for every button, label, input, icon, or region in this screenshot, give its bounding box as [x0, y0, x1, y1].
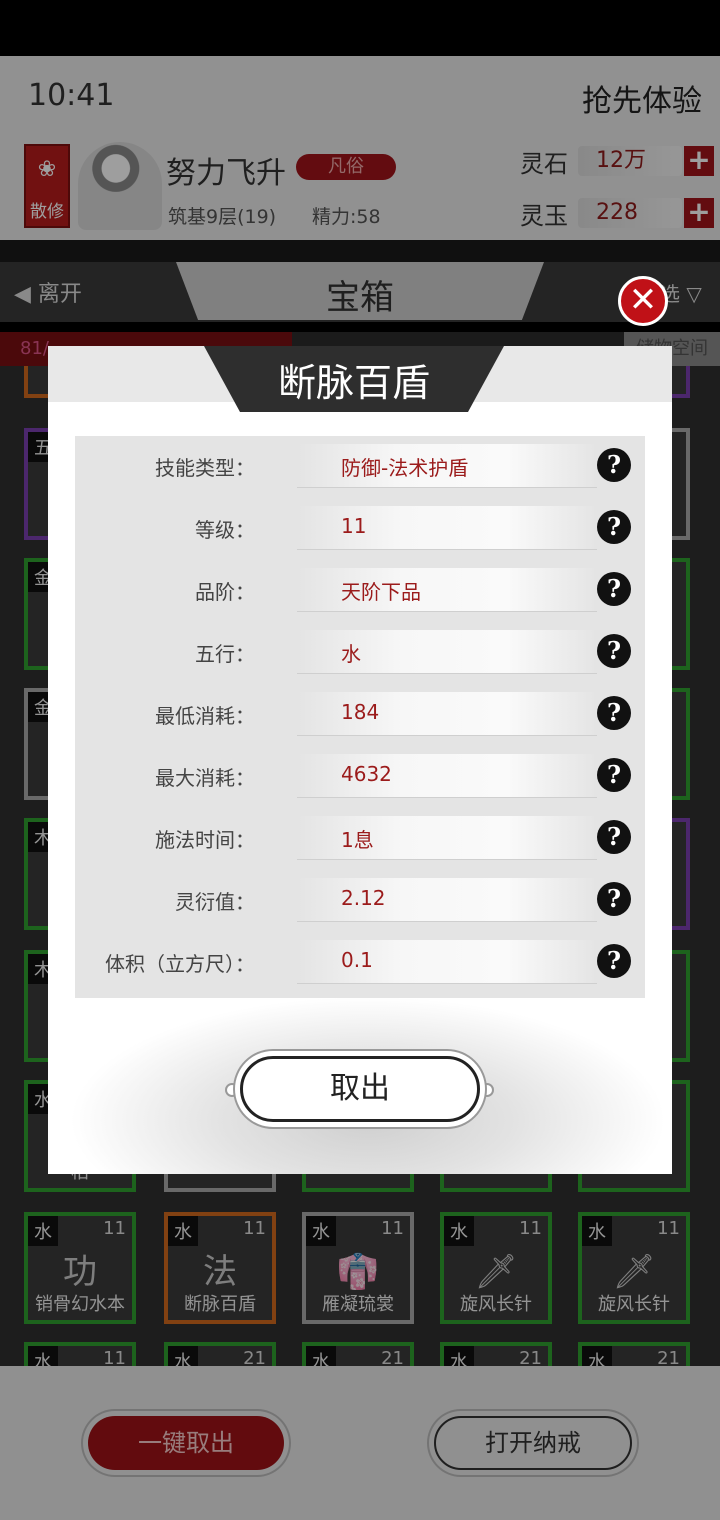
attribute-label: 最低消耗： — [155, 704, 255, 728]
button-knob-right — [480, 1083, 494, 1097]
attribute-row: 品阶： 天阶下品 ? — [75, 560, 645, 622]
attribute-row: 五行： 水 ? — [75, 622, 645, 684]
attribute-label: 等级： — [195, 518, 255, 542]
attribute-value: 2.12 — [341, 886, 386, 910]
help-icon[interactable]: ? — [597, 944, 631, 978]
attribute-label: 五行： — [195, 642, 255, 666]
attribute-value: 1息 — [341, 828, 374, 852]
help-icon[interactable]: ? — [597, 634, 631, 668]
attribute-row: 等级： 11 ? — [75, 498, 645, 560]
close-icon[interactable]: ✕ — [618, 276, 668, 326]
help-icon[interactable]: ? — [597, 448, 631, 482]
attribute-row: 体积（立方尺）： 0.1 ? — [75, 932, 645, 994]
help-icon[interactable]: ? — [597, 510, 631, 544]
help-icon[interactable]: ? — [597, 758, 631, 792]
attribute-label: 品阶： — [195, 580, 255, 604]
help-icon[interactable]: ? — [597, 820, 631, 854]
attribute-table: 技能类型： 防御-法术护盾 ? 等级： 11 ? 品阶： 天阶下品 ? 五行： … — [75, 436, 645, 998]
attribute-label: 灵衍值： — [175, 890, 255, 914]
attribute-label: 体积（立方尺）： — [105, 952, 255, 976]
attribute-value: 天阶下品 — [341, 580, 421, 604]
skill-detail-dialog: 断脉百盾 技能类型： 防御-法术护盾 ? 等级： 11 ? 品阶： 天阶下品 ?… — [48, 346, 672, 1174]
attribute-value: 防御-法术护盾 — [341, 456, 469, 480]
take-out-button[interactable]: 取出 — [240, 1056, 480, 1122]
attribute-value: 184 — [341, 700, 380, 724]
help-icon[interactable]: ? — [597, 572, 631, 606]
attribute-value: 4632 — [341, 762, 392, 786]
attribute-value: 0.1 — [341, 948, 373, 972]
button-knob-left — [225, 1083, 239, 1097]
attribute-value: 水 — [341, 642, 361, 666]
status-bar — [0, 0, 720, 56]
attribute-label: 施法时间： — [155, 828, 255, 852]
attribute-row: 施法时间： 1息 ? — [75, 808, 645, 870]
attribute-label: 技能类型： — [155, 456, 255, 480]
dialog-title-plate: 断脉百盾 — [204, 346, 504, 412]
attribute-value: 11 — [341, 514, 367, 538]
attribute-row: 最低消耗： 184 ? — [75, 684, 645, 746]
attribute-row: 最大消耗： 4632 ? — [75, 746, 645, 808]
dialog-title: 断脉百盾 — [277, 361, 430, 405]
attribute-row: 技能类型： 防御-法术护盾 ? — [75, 436, 645, 498]
help-icon[interactable]: ? — [597, 696, 631, 730]
help-icon[interactable]: ? — [597, 882, 631, 916]
attribute-label: 最大消耗： — [155, 766, 255, 790]
attribute-row: 灵衍值： 2.12 ? — [75, 870, 645, 932]
